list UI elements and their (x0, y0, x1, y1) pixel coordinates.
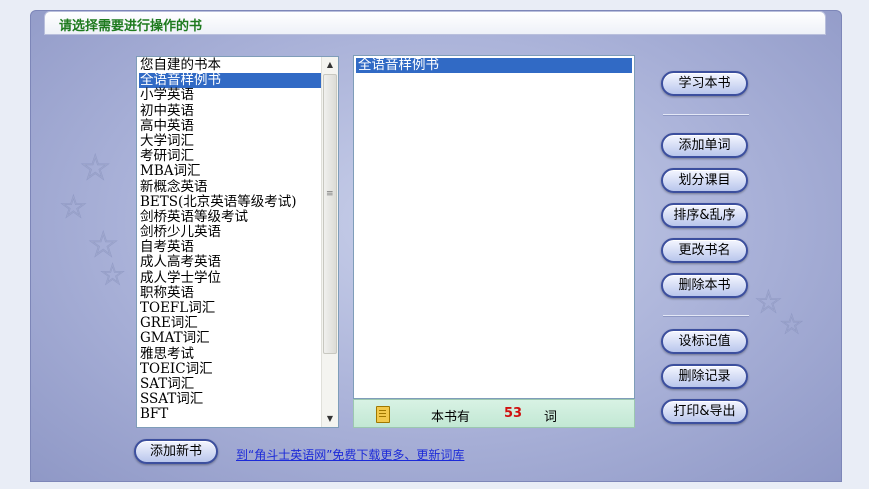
star-decoration-icon: ☆ (60, 190, 88, 226)
delete-book-button[interactable]: 删除本书 (661, 273, 748, 298)
category-list-item[interactable]: 成人高考英语 (139, 255, 321, 270)
scroll-up-icon[interactable]: ▲ (322, 57, 338, 73)
word-count-value: 53 (504, 406, 523, 421)
set-mark-button[interactable]: 设标记值 (661, 329, 748, 354)
download-link[interactable]: 到“角斗士英语网”免费下载更多、更新词库 (236, 446, 464, 463)
category-list-item[interactable]: 初中英语 (139, 103, 321, 119)
scroll-down-icon[interactable]: ▼ (322, 411, 338, 427)
category-list-item[interactable]: BFT (139, 407, 321, 422)
star-decoration-icon: ☆ (755, 285, 783, 321)
category-list-item[interactable]: 小学英语 (139, 88, 321, 103)
star-decoration-icon: ☆ (79, 148, 111, 189)
category-list-item[interactable]: SAT词汇 (139, 376, 321, 392)
print-export-button[interactable]: 打印&导出 (661, 399, 748, 424)
category-list-item[interactable]: GRE词汇 (139, 316, 321, 331)
category-list-item[interactable]: 大学词汇 (139, 133, 321, 149)
category-list-item[interactable]: 剑桥少儿英语 (139, 224, 321, 240)
category-list-item[interactable]: TOEIC词汇 (139, 361, 321, 377)
book-icon (376, 406, 390, 423)
category-list-item[interactable]: TOEFL词汇 (139, 300, 321, 316)
star-decoration-icon: ☆ (99, 258, 126, 292)
sort-shuffle-button[interactable]: 排序&乱序 (661, 203, 748, 228)
add-new-book-button[interactable]: 添加新书 (134, 439, 218, 464)
category-list-item[interactable]: 考研词汇 (139, 149, 321, 164)
category-list-item[interactable]: 职称英语 (139, 285, 321, 301)
category-list-item[interactable]: 成人学士学位 (139, 270, 321, 286)
button-separator (663, 315, 749, 317)
category-list-item[interactable]: 您自建的书本 (139, 57, 321, 73)
word-count-unit: 词 (544, 410, 558, 425)
category-list-item[interactable]: BETS(北京英语等级考试) (139, 194, 321, 210)
category-list-item[interactable]: 剑桥英语等级考试 (139, 209, 321, 225)
word-count-label: 本书有 (431, 410, 471, 425)
category-list-item[interactable]: GMAT词汇 (139, 331, 321, 346)
category-list-item[interactable]: SSAT词汇 (139, 392, 321, 407)
category-scrollbar[interactable]: ▲ ≡ ▼ (321, 57, 338, 427)
rename-book-button[interactable]: 更改书名 (661, 238, 748, 263)
category-list-item[interactable]: 新概念英语 (139, 179, 321, 195)
category-listbox[interactable]: 您自建的书本 全语音样例书 小学英语 初中英语 高中英语 大学词汇 考研词汇 MBA词汇 新概念… (136, 56, 339, 428)
button-separator (663, 114, 749, 116)
category-items: 您自建的书本 全语音样例书 小学英语 初中英语 高中英语 大学词汇 考研词汇 MBA词汇 新概念… (139, 57, 321, 423)
category-list-item[interactable]: 高中英语 (139, 118, 321, 134)
star-decoration-icon: ☆ (779, 310, 804, 341)
delete-record-button[interactable]: 删除记录 (661, 364, 748, 389)
divide-lessons-button[interactable]: 划分课目 (661, 168, 748, 193)
app-window: ☆ ☆ ☆ ☆ ☆ ☆ ☆ 请选择需要进行操作的书 您自建的书本全语音样例书小学… (0, 0, 869, 489)
category-list-item[interactable]: MBA词汇 (139, 164, 321, 179)
study-book-button[interactable]: 学习本书 (661, 71, 748, 96)
scroll-thumb[interactable] (323, 74, 337, 354)
book-listbox[interactable]: 全语音样例书 (353, 55, 635, 399)
page-title: 请选择需要进行操作的书 (59, 19, 203, 34)
scroll-grip-icon: ≡ (326, 189, 334, 199)
category-list-item[interactable]: 雅思考试 (139, 346, 321, 362)
add-words-button[interactable]: 添加单词 (661, 133, 748, 158)
word-count-bar: 本书有 53 词 (353, 399, 635, 428)
book-list-item[interactable]: 全语音样例书 (356, 58, 632, 73)
title-bar: 请选择需要进行操作的书 (44, 11, 826, 35)
